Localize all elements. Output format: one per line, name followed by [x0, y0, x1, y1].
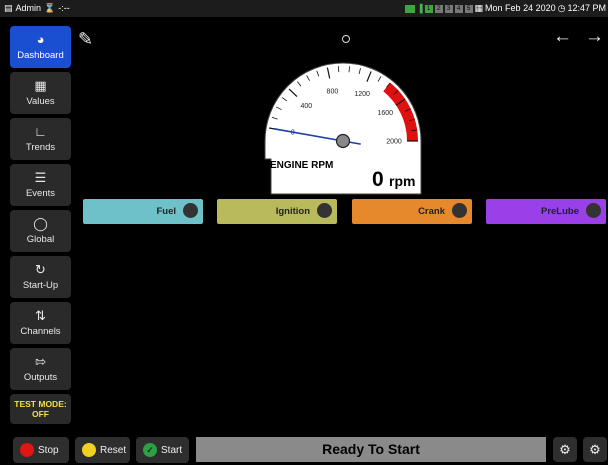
- fuel-indicator: Fuel: [83, 199, 203, 224]
- date-text: Mon Feb 24 2020: [485, 3, 556, 13]
- nav-outputs[interactable]: ⇰ Outputs: [10, 348, 71, 390]
- indicator-label: Fuel: [156, 206, 176, 217]
- time-text: 12:47 PM: [567, 3, 606, 13]
- status-banner: Ready To Start: [196, 437, 546, 462]
- signal-icon: ▐: [416, 4, 423, 13]
- nav-label: Trends: [25, 142, 56, 153]
- reset-label: Reset: [100, 444, 127, 456]
- user-icon: ▤: [4, 3, 13, 13]
- sidebar: ◕ Dashboard ▦ Values ∟ Trends ☰ Events ◯…: [10, 26, 71, 424]
- indicator-label: Ignition: [275, 206, 310, 217]
- indicator-5: 5: [464, 4, 473, 13]
- nav-label: Channels: [20, 326, 61, 337]
- indicator-1: 1: [424, 4, 433, 13]
- gauge-tick-label: 2000: [386, 139, 402, 146]
- indicator-label: PreLube: [540, 206, 579, 217]
- test-mode-state: OFF: [32, 409, 49, 419]
- channels-icon: ⇅: [35, 308, 46, 323]
- hourglass-icon: ⌛: [44, 3, 56, 13]
- forward-arrow-icon[interactable]: →: [585, 26, 604, 48]
- indicator-2: 2: [434, 4, 443, 13]
- gauge-tick: [348, 66, 350, 73]
- prelube-indicator: PreLube: [486, 199, 606, 224]
- calendar-icon: ▦: [474, 3, 484, 13]
- gauge-tick-label: 400: [300, 103, 312, 110]
- circular-arrow-icon: ↻: [35, 262, 46, 277]
- gauge-hub: [335, 133, 351, 149]
- nav-values[interactable]: ▦ Values: [10, 72, 71, 114]
- nav-trends[interactable]: ∟ Trends: [10, 118, 71, 160]
- indicator-led: [183, 203, 198, 218]
- nav-label: Dashboard: [17, 50, 64, 61]
- settings-gear-icon[interactable]: ⚙: [583, 437, 607, 462]
- nav-label: Global: [26, 234, 55, 245]
- gauge-tick-label: 800: [327, 89, 339, 96]
- top-status-bar: ▤ Admin ⌛ -:-- ▐ 1 2 3 4 5 ▦ Mon Feb 24 …: [0, 0, 608, 17]
- test-mode-label: TEST MODE:: [14, 399, 67, 409]
- user-name: Admin: [15, 3, 42, 13]
- line-chart-icon: ∟: [34, 124, 47, 139]
- start-icon: ✓: [143, 443, 157, 457]
- indicator-label: Crank: [418, 206, 445, 217]
- gauge-tick-label: 1200: [354, 91, 370, 98]
- stop-icon: [20, 443, 34, 457]
- nav-startup[interactable]: ↻ Start-Up: [10, 256, 71, 298]
- ignition-indicator: Ignition: [217, 199, 337, 224]
- start-button[interactable]: ✓ Start: [136, 437, 189, 463]
- gauge-unit: rpm: [389, 173, 416, 189]
- nav-global[interactable]: ◯ Global: [10, 210, 71, 252]
- page-indicator-dot: [342, 35, 350, 43]
- crank-indicator: Crank: [352, 199, 472, 224]
- indicator-4: 4: [454, 4, 463, 13]
- clock-icon: ◷: [557, 3, 566, 13]
- nav-events[interactable]: ☰ Events: [10, 164, 71, 206]
- indicator-led: [317, 203, 332, 218]
- test-mode-toggle[interactable]: TEST MODE: OFF: [10, 394, 71, 424]
- nav-label: Events: [25, 188, 56, 199]
- nav-channels[interactable]: ⇅ Channels: [10, 302, 71, 344]
- gauge-title: ENGINE RPM: [270, 160, 334, 171]
- globe-icon: ◯: [33, 216, 48, 231]
- indicator-led: [452, 203, 467, 218]
- nav-dashboard[interactable]: ◕ Dashboard: [10, 26, 71, 68]
- table-icon: ▦: [34, 78, 47, 93]
- gauge-tick-label: 1600: [377, 110, 393, 117]
- dashboard-icon: ◕: [36, 32, 45, 47]
- stop-button[interactable]: Stop: [13, 437, 69, 463]
- nav-label: Start-Up: [22, 280, 59, 291]
- list-icon: ☰: [34, 170, 47, 185]
- output-icon: ⇰: [35, 354, 46, 369]
- nav-label: Outputs: [23, 372, 58, 383]
- reset-button[interactable]: Reset: [75, 437, 130, 463]
- edit-icon[interactable]: ✎: [78, 28, 100, 50]
- nav-label: Values: [26, 96, 55, 107]
- bug-icon[interactable]: ⚙: [553, 437, 577, 462]
- reset-icon: [82, 443, 96, 457]
- back-arrow-icon[interactable]: ←: [553, 26, 572, 48]
- start-label: Start: [161, 444, 183, 456]
- gauge-value: 0: [372, 168, 384, 191]
- indicator-3: 3: [444, 4, 453, 13]
- stop-label: Stop: [38, 444, 59, 456]
- indicator-led: [586, 203, 601, 218]
- status-text: -:--: [58, 3, 70, 13]
- network-icon: [404, 4, 415, 13]
